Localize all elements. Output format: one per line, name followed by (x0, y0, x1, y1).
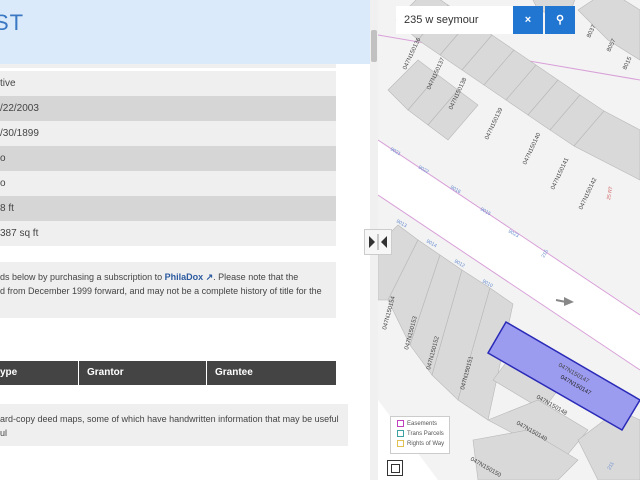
deed-maps-line-1: ard-copy deed maps, some of which have h… (0, 414, 339, 424)
detail-value: o (0, 153, 6, 164)
detail-row: /22/2003 (0, 96, 336, 121)
detail-row: 387 sq ft (0, 221, 336, 246)
search-icon: ⚲ (555, 14, 565, 26)
detail-value: o (0, 178, 6, 189)
map-legend: Easements Trans Parcels Rights of Way (390, 416, 450, 454)
detail-value: 8 ft (0, 203, 14, 214)
page-header: ST (0, 0, 378, 64)
notice-line-2: d from December 1999 forward, and may no… (0, 286, 322, 296)
detail-row: tive (0, 71, 336, 96)
column-header-type[interactable]: ype (0, 361, 78, 385)
legend-swatch (397, 440, 404, 447)
column-header-grantor[interactable]: Grantor (78, 361, 206, 385)
map-canvas[interactable]: 047N150136 047N150137 047N150138 047N150… (378, 0, 640, 480)
column-header-grantee[interactable]: Grantee (206, 361, 336, 385)
page-title: ST (0, 10, 25, 35)
notice-text: . Please note that the (213, 272, 299, 282)
search-button[interactable]: ⚲ (545, 6, 575, 34)
detail-row: o (0, 171, 336, 196)
legend-swatch (397, 420, 404, 427)
notice-text: ds below by purchasing a subscription to (0, 272, 165, 282)
property-details-panel: tive /22/2003 /30/1899 o o 8 ft 387 sq f… (0, 0, 366, 480)
search-input[interactable] (396, 6, 513, 34)
address-search: × ⚲ (396, 6, 576, 34)
basemap-toggle-button[interactable] (387, 460, 403, 476)
deed-maps-line-2: ul (0, 428, 8, 438)
legend-label: Rights of Way (407, 441, 445, 448)
detail-value: /22/2003 (0, 103, 39, 114)
panel-toggle[interactable] (364, 229, 392, 255)
detail-value: 387 sq ft (0, 228, 39, 239)
detail-row: 8 ft (0, 196, 336, 221)
philadox-link[interactable]: PhilaDox ↗ (165, 272, 214, 282)
deeds-notice: ds below by purchasing a subscription to… (0, 262, 336, 318)
detail-row: /30/1899 (0, 121, 336, 146)
legend-item: Easements (397, 420, 437, 428)
legend-swatch (397, 430, 404, 437)
deed-maps-notice: ard-copy deed maps, some of which have h… (0, 404, 348, 446)
clear-search-button[interactable]: × (513, 6, 543, 34)
legend-label: Trans Parcels (407, 431, 444, 438)
notice-line-1: ds below by purchasing a subscription to… (0, 270, 330, 284)
parcel-map[interactable]: 047N150136 047N150137 047N150138 047N150… (378, 0, 640, 480)
detail-row: o (0, 146, 336, 171)
collapse-expand-icon (369, 234, 387, 250)
legend-label: Easements (407, 421, 438, 428)
scrollbar-thumb[interactable] (371, 30, 377, 62)
detail-value: /30/1899 (0, 128, 39, 139)
detail-value: tive (0, 78, 16, 89)
legend-item: Rights of Way (397, 440, 444, 448)
deeds-table-header: ype Grantor Grantee (0, 361, 336, 385)
legend-item: Trans Parcels (397, 430, 444, 438)
